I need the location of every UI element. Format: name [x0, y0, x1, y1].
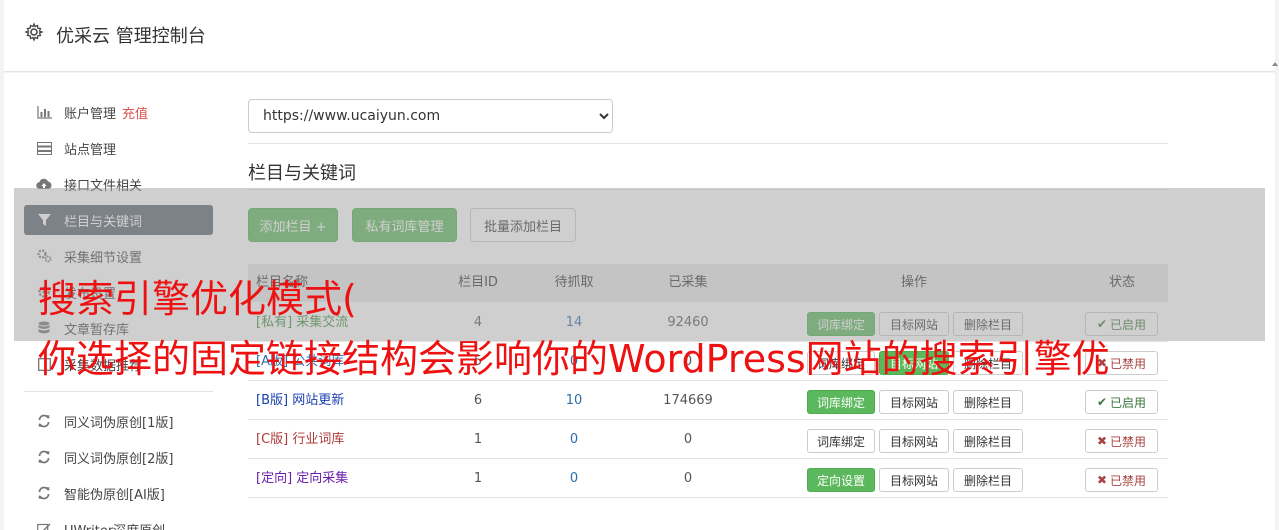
scroll-up-arrow-icon[interactable]: [1272, 60, 1278, 68]
check-icon: ✔: [1096, 395, 1108, 409]
target-site-button[interactable]: 目标网站: [879, 468, 949, 492]
gear-icon: [24, 22, 44, 42]
sidebar-item-label: 账户管理: [64, 106, 117, 122]
directed-settings-button[interactable]: 定向设置: [807, 468, 875, 492]
column-tag: [C版]: [256, 432, 289, 447]
column-name[interactable]: 定向采集: [296, 471, 348, 486]
site-select[interactable]: https://www.ucaiyun.com: [248, 99, 613, 133]
target-site-button[interactable]: 目标网站: [879, 429, 949, 453]
status-label: 已禁用: [1110, 434, 1147, 449]
edit-icon: [36, 521, 52, 530]
pending-count[interactable]: 10: [524, 381, 624, 420]
sidebar-item-account[interactable]: 账户管理 充值: [24, 97, 213, 127]
sidebar-item-sites[interactable]: 站点管理: [24, 133, 213, 163]
status-disabled-button[interactable]: ✖ 已禁用: [1085, 429, 1158, 453]
status-label: 已禁用: [1110, 473, 1147, 488]
delete-column-button[interactable]: 删除栏目: [953, 429, 1023, 453]
app-title: 优采云 管理控制台: [56, 26, 206, 47]
column-tag: [定向]: [256, 471, 293, 486]
column-name-cell[interactable]: [C版] 行业词库: [256, 420, 344, 459]
cross-icon: ✖: [1096, 473, 1108, 487]
collected-count: 0: [683, 432, 693, 447]
watermark-line-2: 你选择的固定链接结构会影响你的WordPress网站的搜索引擎优: [38, 337, 1110, 381]
sidebar-item-ai-rewrite[interactable]: 智能伪原创[AI版]: [24, 478, 213, 508]
bind-lib-button[interactable]: 词库绑定: [807, 429, 875, 453]
refresh-icon: [36, 413, 52, 429]
sidebar-item-uwriter[interactable]: UWriter深度原创: [24, 514, 213, 530]
pending-count[interactable]: 0: [524, 420, 624, 459]
column-id: 1: [473, 471, 483, 486]
sidebar-item-label: 同义词伪原创[1版]: [64, 415, 174, 431]
pending-count[interactable]: 0: [524, 459, 624, 498]
column-id: 1: [473, 432, 483, 447]
sidebar-item-label: UWriter深度原创: [64, 520, 165, 530]
sidebar-item-label: 站点管理: [64, 142, 117, 158]
status-enabled-button[interactable]: ✔ 已启用: [1085, 390, 1158, 414]
sidebar-item-synonym-v2[interactable]: 同义词伪原创[2版]: [24, 442, 213, 472]
cross-icon: ✖: [1096, 434, 1108, 448]
column-name-cell[interactable]: [定向] 定向采集: [256, 459, 348, 498]
collected-count: 174669: [663, 393, 713, 408]
table-row: [定向] 定向采集 1 0 0 定向设置 目标网站 删除栏目 ✖ 已禁用: [248, 459, 1168, 498]
sidebar-item-label: 智能伪原创[AI版]: [64, 487, 165, 503]
column-id: 6: [473, 393, 483, 408]
status-label: 已禁用: [1110, 356, 1147, 371]
status-disabled-button[interactable]: ✖ 已禁用: [1085, 468, 1158, 492]
delete-column-button[interactable]: 删除栏目: [953, 390, 1023, 414]
column-name-cell[interactable]: [B版] 网站更新: [256, 381, 344, 420]
refresh-icon: [36, 485, 52, 501]
watermark-line-1: 搜索引擎优化模式(: [38, 277, 357, 321]
refresh-icon: [36, 449, 52, 465]
sidebar-divider: [24, 391, 213, 392]
target-site-button[interactable]: 目标网站: [879, 390, 949, 414]
top-bar: 优采云 管理控制台: [4, 0, 1275, 72]
bar-chart-icon: [36, 104, 52, 120]
divider: [248, 143, 1168, 144]
section-title: 栏目与关键词: [248, 163, 356, 184]
sidebar-item-synonym-v1[interactable]: 同义词伪原创[1版]: [24, 406, 213, 436]
server-icon: [36, 140, 52, 156]
collected-count: 0: [683, 471, 693, 486]
column-tag: [B版]: [256, 393, 289, 408]
bind-lib-button[interactable]: 词库绑定: [807, 390, 875, 414]
column-name[interactable]: 网站更新: [292, 393, 344, 408]
table-row: [B版] 网站更新 6 10 174669 词库绑定 目标网站 删除栏目 ✔ 已…: [248, 381, 1168, 420]
sidebar-item-label: 同义词伪原创[2版]: [64, 451, 174, 467]
delete-column-button[interactable]: 删除栏目: [953, 468, 1023, 492]
column-name[interactable]: 行业词库: [292, 432, 344, 447]
status-label: 已启用: [1110, 395, 1147, 410]
recharge-link[interactable]: 充值: [122, 103, 148, 122]
table-row: [C版] 行业词库 1 0 0 词库绑定 目标网站 删除栏目 ✖ 已禁用: [248, 420, 1168, 459]
